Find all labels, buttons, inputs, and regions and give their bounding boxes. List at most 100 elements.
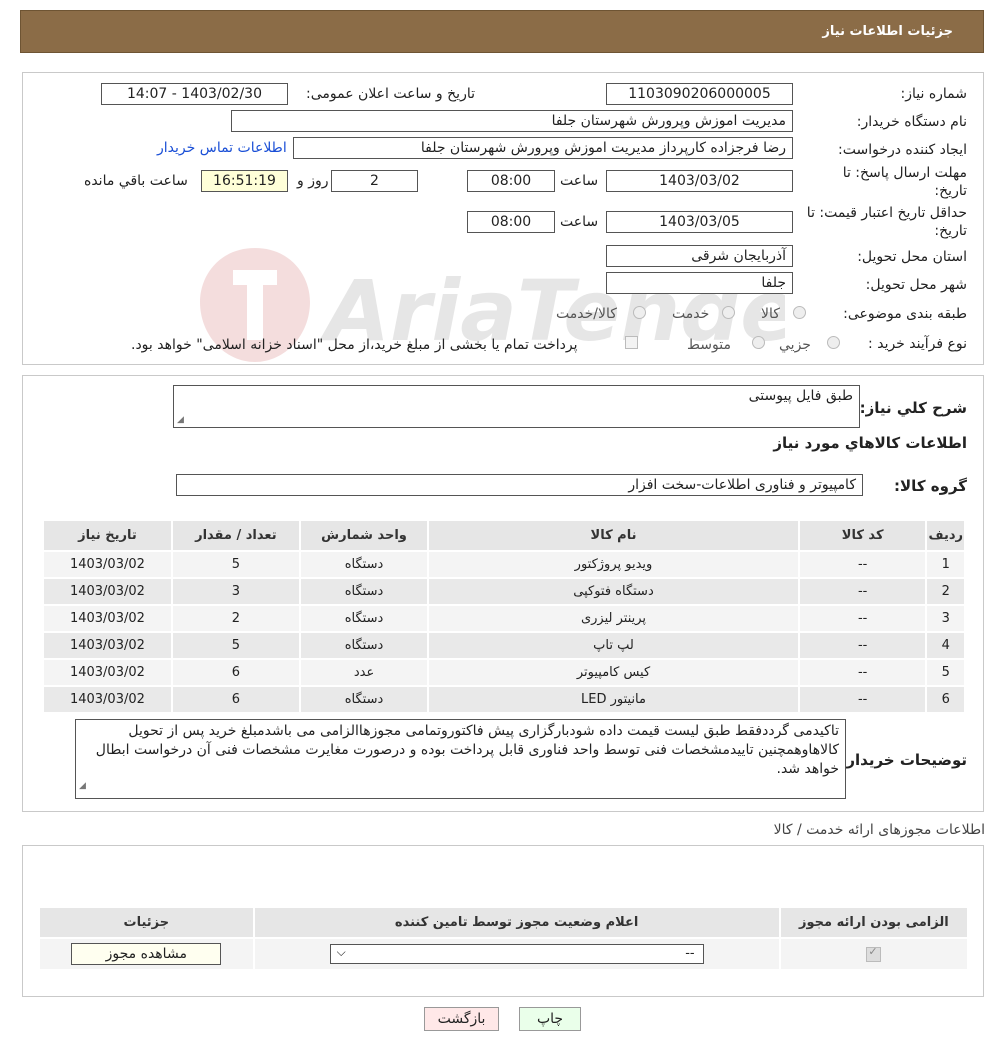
goods-info-title: اطلاعات كالاهاي مورد نياز xyxy=(773,434,967,452)
validity-label-date: تاریخ: xyxy=(934,223,967,239)
province-field: آذربایجان شرقی xyxy=(606,245,793,267)
back-button[interactable]: بازگشت xyxy=(424,1007,499,1031)
page-title: جزئیات اطلاعات نیاز xyxy=(822,24,953,39)
item-code: -- xyxy=(797,604,928,633)
item-unit: عدد xyxy=(298,658,430,687)
category-goods-radio[interactable] xyxy=(793,306,806,319)
validity-time-field: 08:00 xyxy=(467,211,555,233)
need-number-label: شماره نیاز: xyxy=(900,86,968,102)
item-code: -- xyxy=(797,685,928,714)
buyer-notes-label: توضیحات خریدار: xyxy=(840,751,967,769)
item-qty: 6 xyxy=(170,685,301,714)
item-code: -- xyxy=(797,658,928,687)
item-qty: 5 xyxy=(170,631,301,660)
col-unit-header: واحد شمارش xyxy=(298,519,430,552)
resize-handle-icon[interactable]: ◢ xyxy=(177,415,184,425)
table-row: 1 -- ویدیو پروژکتور دستگاه 5 1403/03/02 xyxy=(42,550,966,579)
days-label: روز و xyxy=(297,173,329,189)
creator-label: ایجاد کننده درخواست: xyxy=(838,142,967,158)
col-details-header: جزئیات xyxy=(38,906,255,939)
goods-group-label: گروه کالا: xyxy=(894,477,967,495)
col-date-header: تاریخ نیاز xyxy=(42,519,173,552)
days-remaining-field: 2 xyxy=(331,170,418,192)
col-status-header: اعلام وضعیت مجوز توسط تامین کننده xyxy=(252,906,781,939)
table-row: 3 -- پرینتر لیزری دستگاه 2 1403/03/02 xyxy=(42,604,966,633)
validity-label: حداقل تاریخ اعتبار قیمت: تا xyxy=(806,205,967,221)
summary-field: طبق فایل پیوستی ◢ xyxy=(173,385,860,428)
deadline-label: مهلت ارسال پاسخ: تا xyxy=(842,165,967,181)
col-row-header: ردیف xyxy=(925,519,966,552)
licenses-table-header: الزامی بودن ارائه مجوز اعلام وضعیت مجوز … xyxy=(38,906,970,939)
goods-table: ردیف کد کالا نام کالا واحد شمارش تعداد /… xyxy=(42,519,966,714)
announce-label: تاریخ و ساعت اعلان عمومی: xyxy=(306,86,475,102)
item-code: -- xyxy=(797,577,928,606)
buyer-notes-text: تاکیدمی گرددفقط طبق لیست قیمت داده شودبا… xyxy=(95,723,839,777)
item-unit: دستگاه xyxy=(298,631,430,660)
row-number: 4 xyxy=(925,631,966,660)
deadline-time-label: ساعت xyxy=(560,173,599,189)
col-code-header: کد کالا xyxy=(797,519,928,552)
item-qty: 5 xyxy=(170,550,301,579)
license-status-select[interactable]: -- ⌵ xyxy=(329,944,704,964)
item-code: -- xyxy=(797,631,928,660)
summary-label: شرح كلي نياز: xyxy=(859,399,967,417)
category-goods-label: کالا xyxy=(761,306,780,322)
buyer-notes-field: تاکیدمی گرددفقط طبق لیست قیمت داده شودبا… xyxy=(75,719,846,799)
city-label: شهر محل تحویل: xyxy=(865,277,967,293)
col-required-header: الزامی بودن ارائه مجوز xyxy=(778,906,970,939)
item-unit: دستگاه xyxy=(298,685,430,714)
licenses-section-title: اطلاعات مجوزهای ارائه خدمت / کالا xyxy=(773,822,985,838)
chevron-down-icon: ⌵ xyxy=(336,945,346,959)
item-name: ویدیو پروژکتور xyxy=(427,550,800,579)
license-status-value: -- xyxy=(685,946,695,961)
item-name: دستگاه فتوکپی xyxy=(427,577,800,606)
deadline-time-field: 08:00 xyxy=(467,170,555,192)
category-label: طبقه بندی موضوعی: xyxy=(843,306,967,322)
treasury-payment-note: پرداخت تمام یا بخشی از مبلغ خرید،از محل … xyxy=(131,337,578,353)
purchase-minor-label: جزیي xyxy=(779,337,811,353)
row-number: 3 xyxy=(925,604,966,633)
item-name: پرینتر لیزری xyxy=(427,604,800,633)
item-name: لپ تاپ xyxy=(427,631,800,660)
item-unit: دستگاه xyxy=(298,577,430,606)
purchase-medium-label: متوسط xyxy=(687,337,731,353)
view-license-button[interactable]: مشاهده مجوز xyxy=(71,943,222,965)
category-service-label: خدمت xyxy=(672,306,710,322)
category-service-radio[interactable] xyxy=(722,306,735,319)
status-cell: -- ⌵ xyxy=(252,937,781,971)
purchase-type-label: نوع فرآیند خرید : xyxy=(868,336,967,352)
row-number: 6 xyxy=(925,685,966,714)
item-unit: دستگاه xyxy=(298,550,430,579)
table-row: 4 -- لپ تاپ دستگاه 5 1403/03/02 xyxy=(42,631,966,660)
item-date: 1403/03/02 xyxy=(42,685,173,714)
item-date: 1403/03/02 xyxy=(42,658,173,687)
buyer-org-field: مدیریت اموزش وپرورش شهرستان جلفا xyxy=(231,110,793,132)
validity-time-label: ساعت xyxy=(560,214,599,230)
validity-date-field: 1403/03/05 xyxy=(606,211,793,233)
table-row: 5 -- کیس کامپیوتر عدد 6 1403/03/02 xyxy=(42,658,966,687)
buyer-contact-link[interactable]: اطلاعات تماس خریدار xyxy=(157,140,287,156)
announce-field: 1403/02/30 - 14:07 xyxy=(101,83,288,105)
category-both-radio[interactable] xyxy=(633,306,646,319)
remaining-time-label: ساعت باقي مانده xyxy=(84,173,188,189)
purchase-medium-radio[interactable] xyxy=(752,336,765,349)
table-row: 2 -- دستگاه فتوکپی دستگاه 3 1403/03/02 xyxy=(42,577,966,606)
summary-text: طبق فایل پیوستی xyxy=(748,388,853,404)
deadline-label-date: تاریخ: xyxy=(934,183,967,199)
row-number: 5 xyxy=(925,658,966,687)
page-header: جزئیات اطلاعات نیاز xyxy=(20,10,984,53)
table-row: ✓ -- ⌵ مشاهده مجوز xyxy=(38,937,970,971)
province-label: استان محل تحویل: xyxy=(857,249,967,265)
table-row: 6 -- مانیتور LED دستگاه 6 1403/03/02 xyxy=(42,685,966,714)
item-date: 1403/03/02 xyxy=(42,631,173,660)
resize-handle-icon[interactable]: ◢ xyxy=(79,777,86,796)
purchase-minor-radio[interactable] xyxy=(827,336,840,349)
treasury-payment-checkbox[interactable] xyxy=(625,336,638,349)
details-cell: مشاهده مجوز xyxy=(38,937,255,971)
row-number: 1 xyxy=(925,550,966,579)
category-both-label: کالا/خدمت xyxy=(556,306,617,322)
print-button[interactable]: چاپ xyxy=(519,1007,581,1031)
license-required-checkbox[interactable]: ✓ xyxy=(866,945,882,962)
required-cell: ✓ xyxy=(778,937,970,971)
licenses-table: الزامی بودن ارائه مجوز اعلام وضعیت مجوز … xyxy=(38,906,970,971)
